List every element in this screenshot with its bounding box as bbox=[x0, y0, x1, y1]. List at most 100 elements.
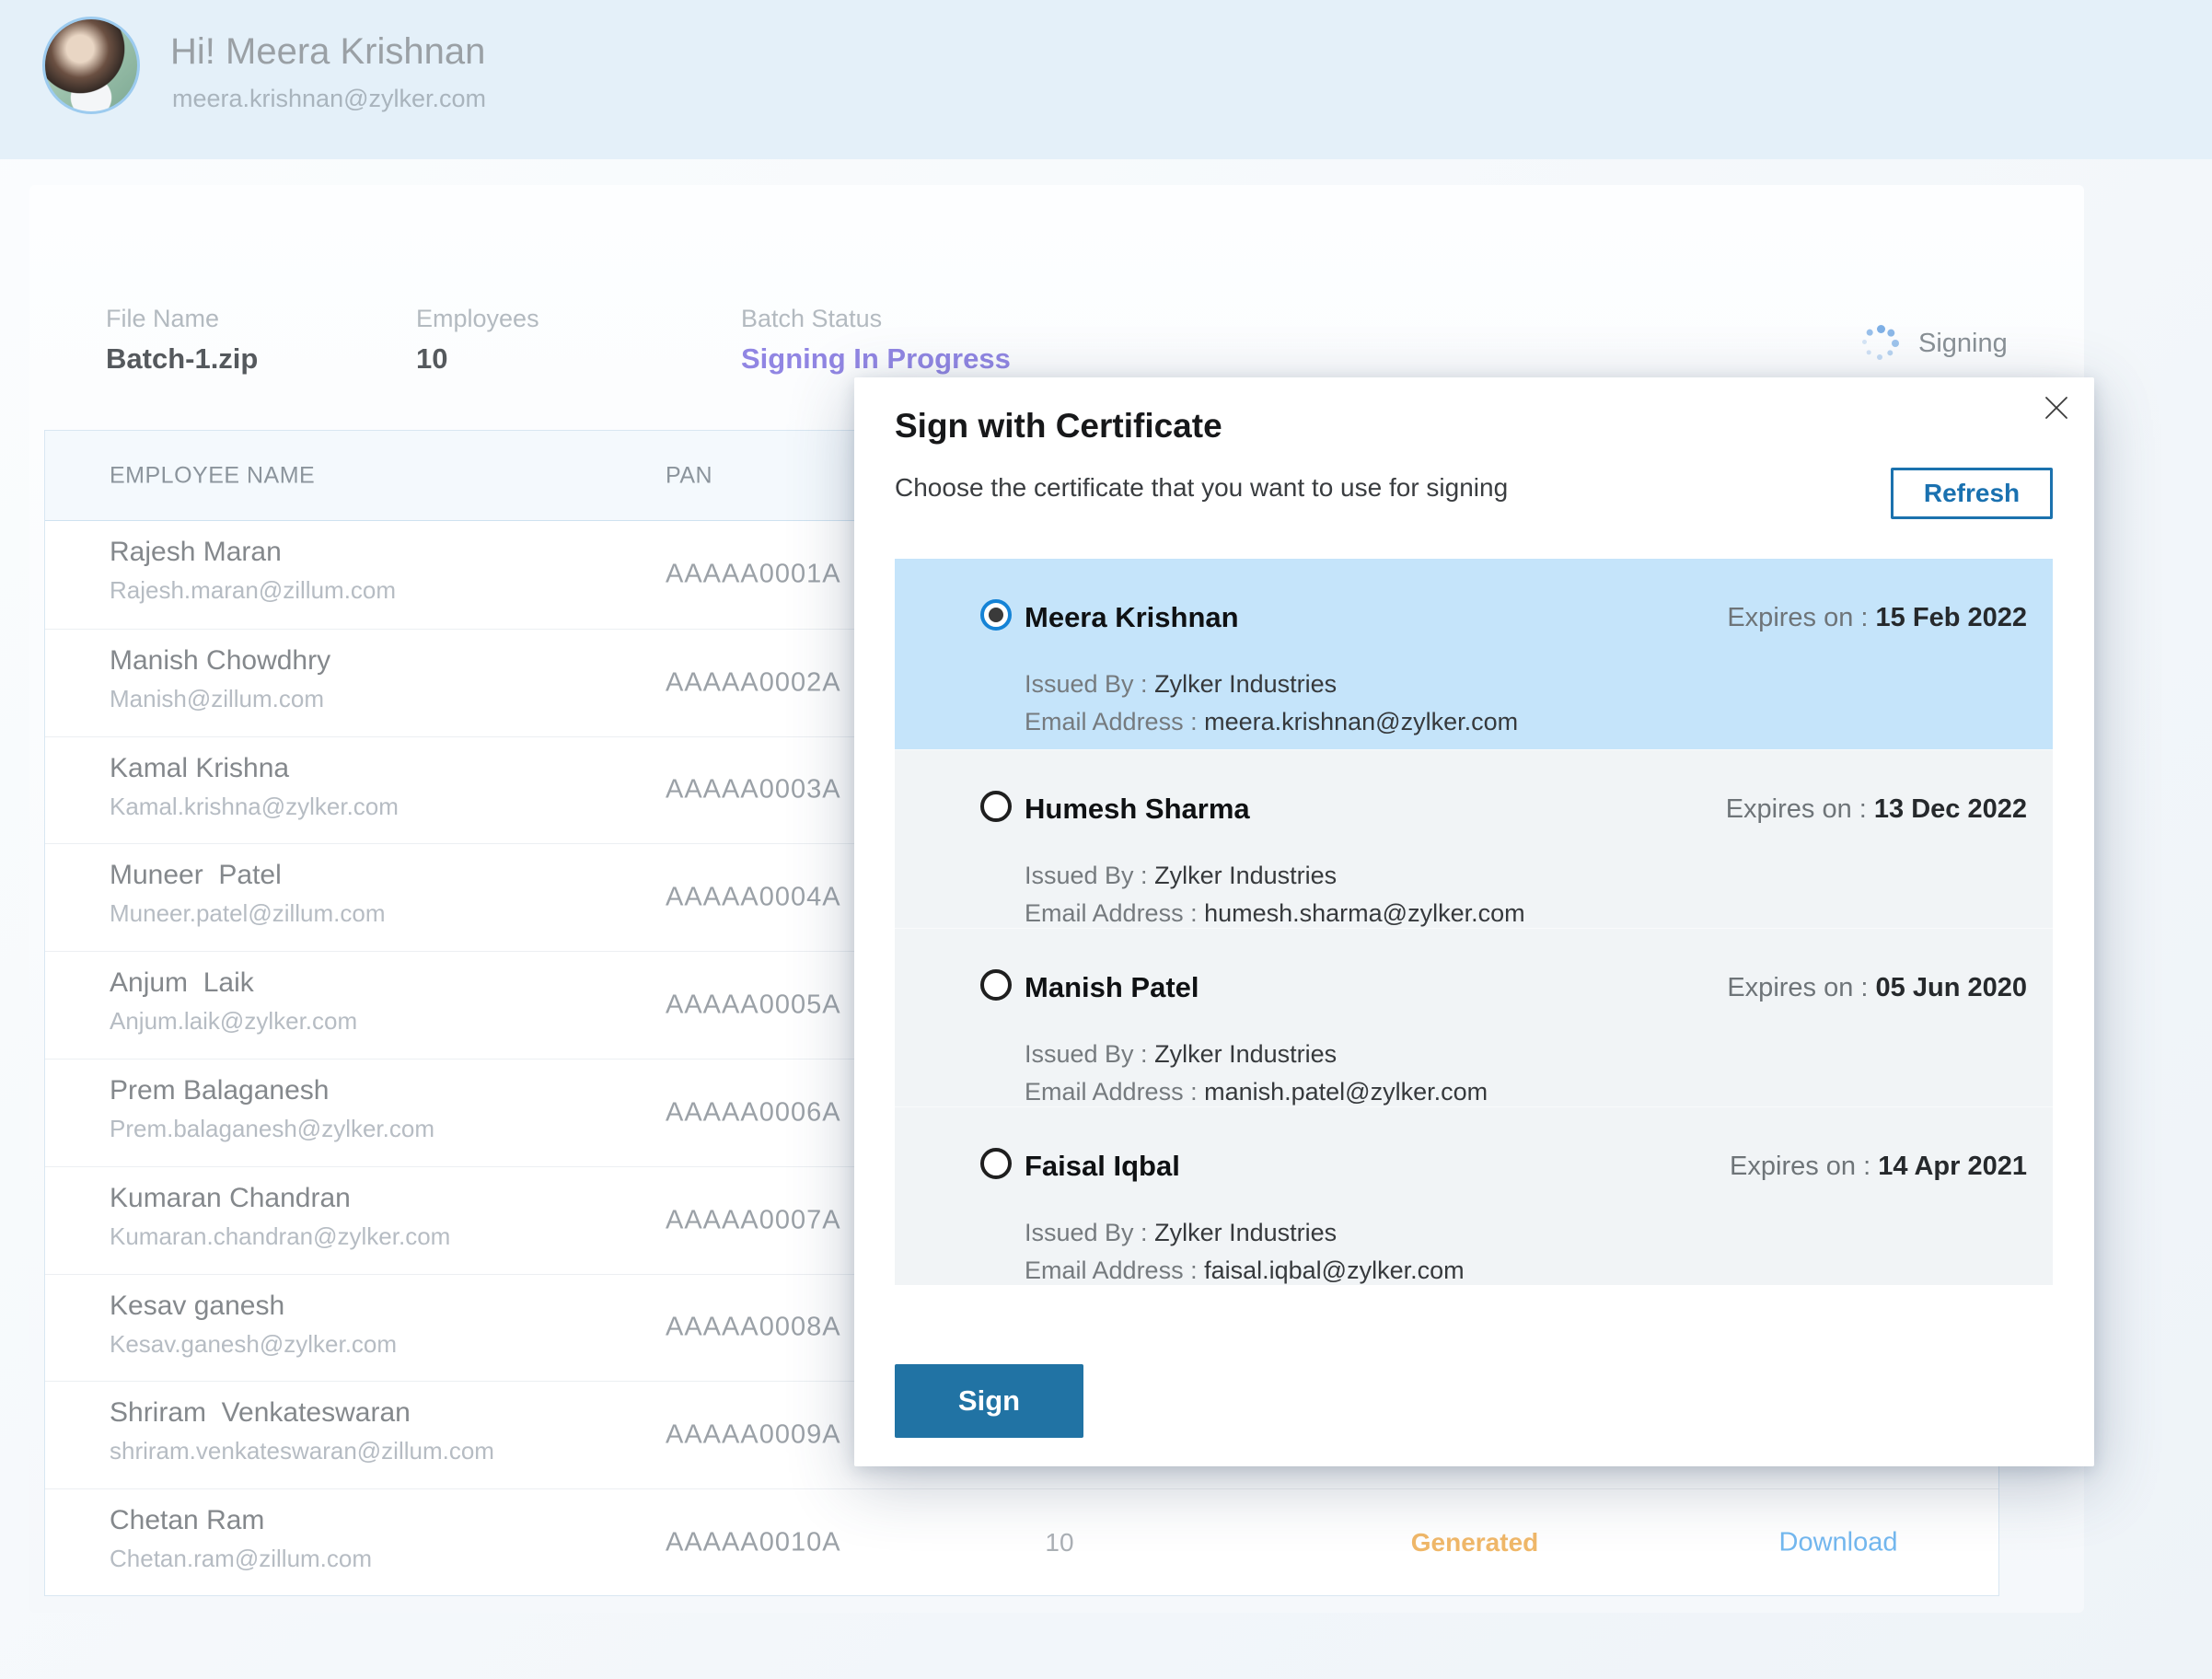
info-value: 10 bbox=[416, 342, 741, 376]
download-link[interactable]: Download bbox=[1728, 1528, 1949, 1558]
employee-pan: AAAAA0001A bbox=[666, 560, 841, 590]
certificate-expiry: Expires on : 14 Apr 2021 bbox=[1730, 1152, 2027, 1182]
employee-email: Chetan.ram@zillum.com bbox=[110, 1545, 372, 1573]
employee-email: Prem.balaganesh@zylker.com bbox=[110, 1115, 434, 1143]
email-value: manish.patel@zylker.com bbox=[1204, 1078, 1488, 1106]
certificate-expiry: Expires on : 13 Dec 2022 bbox=[1726, 794, 2027, 825]
status-badge: Generated bbox=[1355, 1528, 1594, 1557]
employee-name: Manish Chowdhry bbox=[110, 645, 330, 677]
employee-name: Prem Balaganesh bbox=[110, 1075, 329, 1106]
certificate-issuer: Issued By : Zylker Industries bbox=[1025, 1040, 1337, 1069]
certificate-email: Email Address : faisal.iqbal@zylker.com bbox=[1025, 1256, 1465, 1285]
expires-label: Expires on : bbox=[1726, 794, 1867, 824]
employee-email: Anjum.laik@zylker.com bbox=[110, 1007, 357, 1036]
certificate-option[interactable]: Humesh Sharma Expires on : 13 Dec 2022 I… bbox=[895, 749, 2053, 928]
info-label: Batch Status bbox=[741, 305, 1011, 333]
certificate-expiry: Expires on : 05 Jun 2020 bbox=[1727, 973, 2027, 1003]
certificate-issuer: Issued By : Zylker Industries bbox=[1025, 1219, 1337, 1247]
employee-name: Kesav ganesh bbox=[110, 1291, 284, 1322]
employee-pan: AAAAA0004A bbox=[666, 883, 841, 913]
employee-pan: AAAAA0005A bbox=[666, 990, 841, 1021]
user-email: meera.krishnan@zylker.com bbox=[172, 85, 486, 113]
employee-pan: AAAAA0007A bbox=[666, 1205, 841, 1235]
issued-by-value: Zylker Industries bbox=[1154, 670, 1337, 698]
modal-subtitle: Choose the certificate that you want to … bbox=[895, 473, 1508, 503]
certificate-radio[interactable] bbox=[980, 969, 1012, 1001]
employee-email: Kamal.krishna@zylker.com bbox=[110, 793, 399, 821]
issued-by-label: Issued By : bbox=[1025, 1040, 1148, 1068]
certificate-email: Email Address : manish.patel@zylker.com bbox=[1025, 1078, 1488, 1106]
user-avatar bbox=[42, 17, 140, 114]
employee-name: Anjum Laik bbox=[110, 967, 254, 999]
employee-pan: AAAAA0002A bbox=[666, 667, 841, 698]
close-icon[interactable] bbox=[2044, 396, 2068, 420]
email-value: faisal.iqbal@zylker.com bbox=[1204, 1256, 1465, 1284]
certificate-issuer: Issued By : Zylker Industries bbox=[1025, 862, 1337, 890]
issued-by-label: Issued By : bbox=[1025, 1219, 1148, 1246]
employee-email: shriram.venkateswaran@zillum.com bbox=[110, 1437, 494, 1465]
employee-name: Kamal Krishna bbox=[110, 753, 289, 784]
employee-name: Rajesh Maran bbox=[110, 537, 282, 568]
column-header-pan: PAN bbox=[666, 462, 712, 489]
expires-date: 14 Apr 2021 bbox=[1878, 1152, 2027, 1181]
batch-info-item: Employees 10 bbox=[416, 305, 741, 376]
employee-pan: AAAAA0009A bbox=[666, 1420, 841, 1451]
certificate-issuer: Issued By : Zylker Industries bbox=[1025, 670, 1337, 699]
info-value: Batch-1.zip bbox=[106, 342, 416, 376]
employee-name: Muneer Patel bbox=[110, 860, 282, 891]
expires-date: 13 Dec 2022 bbox=[1874, 794, 2027, 824]
certificate-radio[interactable] bbox=[980, 1148, 1012, 1179]
certificate-radio[interactable] bbox=[980, 599, 1012, 631]
batch-info-item: Batch Status Signing In Progress bbox=[741, 305, 1011, 376]
user-greeting: Hi! Meera Krishnan bbox=[170, 31, 485, 73]
info-value: Signing In Progress bbox=[741, 342, 1011, 376]
signing-indicator: Signing bbox=[1861, 324, 2008, 363]
certificate-option[interactable]: Manish Patel Expires on : 05 Jun 2020 Is… bbox=[895, 928, 2053, 1106]
employee-pan: AAAAA0010A bbox=[666, 1528, 841, 1558]
certificate-email: Email Address : meera.krishnan@zylker.co… bbox=[1025, 708, 1518, 736]
certificate-option[interactable]: Meera Krishnan Expires on : 15 Feb 2022 … bbox=[895, 559, 2053, 749]
issued-by-value: Zylker Industries bbox=[1154, 862, 1337, 889]
employee-pan: AAAAA0003A bbox=[666, 775, 841, 805]
email-label: Email Address : bbox=[1025, 1078, 1198, 1106]
employee-email: Muneer.patel@zillum.com bbox=[110, 899, 386, 928]
email-label: Email Address : bbox=[1025, 708, 1198, 735]
employee-name: Shriram Venkateswaran bbox=[110, 1397, 411, 1429]
issued-by-value: Zylker Industries bbox=[1154, 1219, 1337, 1246]
batch-info-row: File Name Batch-1.zip Employees 10 Batch… bbox=[106, 305, 1011, 376]
employee-email: Kesav.ganesh@zylker.com bbox=[110, 1330, 397, 1359]
spinner-icon bbox=[1861, 324, 1900, 363]
employee-count: 10 bbox=[1002, 1528, 1117, 1557]
email-value: humesh.sharma@zylker.com bbox=[1204, 899, 1525, 927]
employee-name: Kumaran Chandran bbox=[110, 1183, 351, 1214]
info-label: Employees bbox=[416, 305, 741, 333]
issued-by-value: Zylker Industries bbox=[1154, 1040, 1337, 1068]
modal-title: Sign with Certificate bbox=[895, 407, 1222, 446]
certificate-expiry: Expires on : 15 Feb 2022 bbox=[1727, 603, 2027, 633]
certificate-list: Meera Krishnan Expires on : 15 Feb 2022 … bbox=[895, 559, 2053, 1285]
employee-email: Manish@zillum.com bbox=[110, 685, 324, 713]
column-header-employee-name: EMPLOYEE NAME bbox=[110, 462, 315, 489]
certificate-name: Faisal Iqbal bbox=[1025, 1150, 1180, 1183]
signing-status-label: Signing bbox=[1918, 329, 2008, 359]
info-label: File Name bbox=[106, 305, 416, 333]
email-label: Email Address : bbox=[1025, 1256, 1198, 1284]
sign-button[interactable]: Sign bbox=[895, 1364, 1083, 1438]
issued-by-label: Issued By : bbox=[1025, 862, 1148, 889]
email-label: Email Address : bbox=[1025, 899, 1198, 927]
certificate-option[interactable]: Faisal Iqbal Expires on : 14 Apr 2021 Is… bbox=[895, 1106, 2053, 1285]
email-value: meera.krishnan@zylker.com bbox=[1204, 708, 1518, 735]
certificate-radio[interactable] bbox=[980, 791, 1012, 822]
certificate-name: Humesh Sharma bbox=[1025, 793, 1250, 826]
certificate-name: Manish Patel bbox=[1025, 971, 1199, 1004]
employee-name: Chetan Ram bbox=[110, 1505, 264, 1536]
refresh-button[interactable]: Refresh bbox=[1891, 468, 2053, 519]
expires-date: 15 Feb 2022 bbox=[1876, 603, 2027, 632]
batch-info-item: File Name Batch-1.zip bbox=[106, 305, 416, 376]
sign-with-certificate-modal: Sign with Certificate Choose the certifi… bbox=[854, 377, 2094, 1466]
expires-label: Expires on : bbox=[1727, 603, 1868, 632]
expires-date: 05 Jun 2020 bbox=[1876, 973, 2027, 1002]
certificate-email: Email Address : humesh.sharma@zylker.com bbox=[1025, 899, 1525, 928]
issued-by-label: Issued By : bbox=[1025, 670, 1148, 698]
employee-pan: AAAAA0008A bbox=[666, 1313, 841, 1343]
